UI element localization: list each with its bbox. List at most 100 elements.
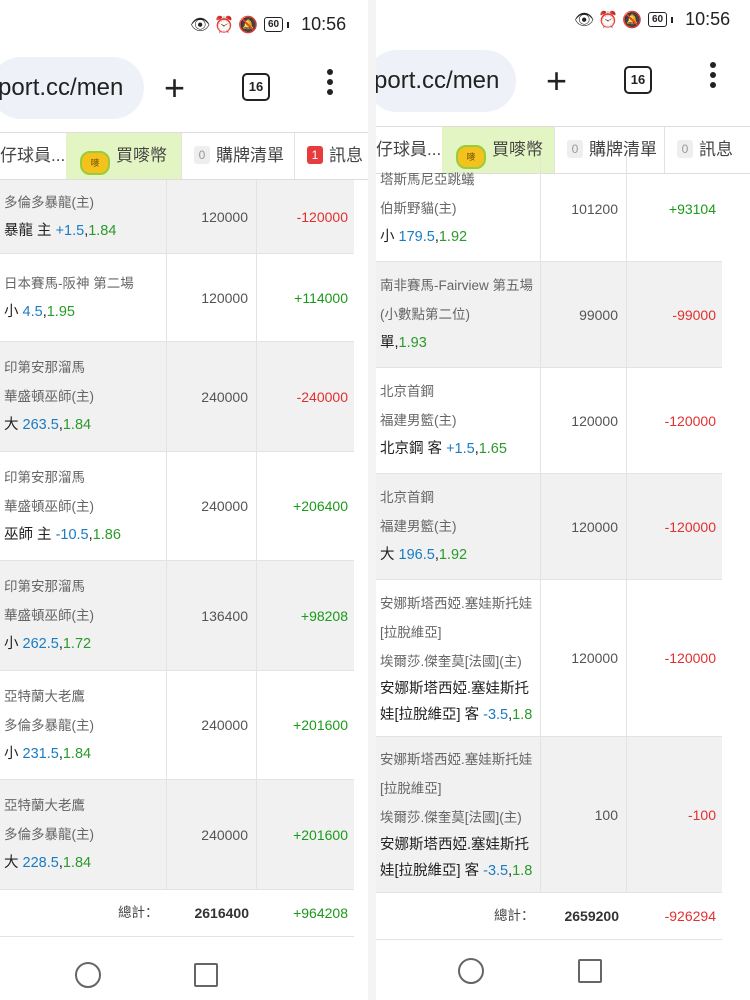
battery-icon: 60	[648, 12, 668, 27]
odds-value: 1.92	[438, 229, 468, 245]
odds-value: 1.84	[88, 222, 117, 239]
tab-players[interactable]: 仔球員...	[0, 133, 67, 179]
bet-detail-cell: 塔斯馬尼亞跳蟻 伯斯野貓(主) 小 179.5,1.92	[376, 156, 541, 261]
handicap-value: -10.5	[55, 526, 89, 543]
result-cell: +114000	[294, 289, 348, 306]
result-cell: -120000	[296, 208, 348, 225]
match-line: 南非賽馬-Fairview 第五場	[380, 278, 534, 293]
new-tab-button[interactable]: +	[164, 57, 185, 119]
handicap-value: 4.5	[22, 303, 43, 320]
bet-detail-cell: 南非賽馬-Fairview 第五場 (小數點第二位) 單,1.93	[376, 262, 541, 367]
bell-off-icon: 🔕	[238, 16, 258, 34]
bet-detail-cell: 北京首鋼 福建男籃(主) 大 196.5,1.92	[376, 474, 541, 579]
match-line: [拉脫維亞]	[380, 624, 442, 640]
match-line: (小數點第二位)	[380, 307, 470, 322]
match-line: 華盛頓巫師(主)	[4, 608, 94, 623]
tab-buy-coins[interactable]: 嘜買嘜幣	[66, 133, 182, 179]
match-line: 埃爾莎.傑奎莫[法國](主)	[380, 810, 522, 825]
table-row: 日本賽馬-阪神 第二場小 4.5,1.95 120000 +114000	[0, 254, 354, 342]
coin-icon: 嘜	[80, 151, 110, 175]
right-screenshot: 👁 ⏰ 🔕 60 10:56 port.cc/men + 16 仔球員... 嘜…	[376, 0, 750, 1000]
home-icon[interactable]	[75, 962, 101, 988]
more-menu-icon[interactable]	[326, 69, 334, 103]
selection-text: 娃[拉脫維亞] 客	[380, 863, 480, 879]
match-line: 華盛頓巫師(主)	[4, 389, 94, 404]
total-label: 總計：	[118, 905, 159, 920]
url-bar[interactable]: port.cc/men	[376, 50, 516, 112]
home-icon[interactable]	[458, 958, 484, 984]
alarm-icon: ⏰	[214, 16, 234, 34]
stake-cell: 101200	[541, 156, 627, 261]
table-row: 印第安那溜馬 華盛頓巫師(主) 巫師 主 -10.5,1.86 240000 +2064…	[0, 452, 354, 561]
total-stake: 2659200	[564, 908, 619, 924]
table-row: 印第安那溜馬 華盛頓巫師(主) 小 262.5,1.72 136400 +98208	[0, 561, 354, 671]
purchase-count-badge: 0	[194, 146, 210, 164]
selection-text: 單	[380, 335, 395, 351]
table-row: 安娜斯塔西婭.塞娃斯托娃 [拉脫維亞] 埃爾莎.傑奎莫[法國](主) 安娜斯塔西婭.塞…	[376, 737, 722, 893]
odds-value: 1.93	[398, 335, 427, 351]
selection-line: 小 179.5,1.92	[380, 229, 468, 245]
odds-value: 1.95	[46, 303, 75, 320]
url-text: port.cc/men	[0, 74, 124, 101]
selection-line: 安娜斯塔西婭.塞娃斯托 娃[拉脫維亞] 客 -3.5,1.8	[380, 837, 533, 879]
bet-detail-cell: 印第安那溜馬 華盛頓巫師(主) 巫師 主 -10.5,1.86	[0, 452, 167, 560]
eye-icon: 👁	[574, 11, 595, 29]
tab-count-button[interactable]: 16	[624, 66, 652, 94]
stake-cell: 99000	[541, 262, 627, 367]
bet-detail-cell: 印第安那溜馬 華盛頓巫師(主) 小 262.5,1.72	[0, 561, 167, 670]
selection-line: 單,1.93	[380, 335, 427, 351]
bet-detail-cell: 安娜斯塔西婭.塞娃斯托娃 [拉脫維亞] 埃爾莎.傑奎莫[法國](主) 安娜斯塔西婭.塞…	[376, 737, 541, 892]
match-line: 福建男籃(主)	[380, 519, 457, 534]
selection-text: 大	[380, 547, 395, 563]
selection-line: 大 196.5,1.92	[380, 547, 468, 563]
alarm-icon: ⏰	[598, 11, 618, 29]
recent-apps-icon[interactable]	[194, 963, 218, 987]
tab-messages[interactable]: 1 訊息	[295, 133, 368, 179]
url-bar[interactable]: port.cc/men	[0, 57, 144, 119]
match-line: [拉脫維亞]	[380, 781, 442, 796]
odds-value: 1.92	[438, 547, 468, 563]
stake-cell: 120000	[541, 474, 627, 579]
table-row: 北京首鋼 福建男籃(主) 大 196.5,1.92 120000 -120000	[376, 474, 722, 580]
total-result: +964208	[293, 905, 348, 921]
tab-purchase-list[interactable]: 0 購牌清單	[182, 133, 295, 179]
more-menu-icon[interactable]	[709, 62, 717, 96]
bet-detail-cell: 亞特蘭大老鷹 多倫多暴龍(主) 小 231.5,1.84	[0, 671, 167, 779]
match-line: 日本賽馬-阪神 第二場	[4, 275, 134, 291]
total-row: 總計： 2659200 -926294	[376, 893, 722, 940]
new-tab-button[interactable]: +	[546, 50, 567, 112]
url-text: port.cc/men	[376, 67, 500, 94]
match-line: 安娜斯塔西婭.塞娃斯托娃	[380, 752, 533, 767]
selection-text: 安娜斯塔西婭.塞娃斯托	[380, 680, 530, 697]
selection-text: 北京鋼 客	[380, 441, 443, 457]
result-cell: +201600	[293, 717, 348, 733]
selection-text: 安娜斯塔西婭.塞娃斯托	[380, 837, 530, 853]
stake-cell: 136400	[167, 561, 257, 670]
result-cell: +201600	[293, 826, 348, 843]
odds-value: 1.84	[62, 855, 92, 871]
handicap-value: 262.5	[22, 636, 59, 652]
handicap-value: -3.5	[483, 706, 509, 723]
result-cell: -120000	[664, 650, 716, 666]
bet-detail-cell: 安娜斯塔西婭.塞娃斯托娃 [拉脫維亞] 埃爾莎.傑奎莫[法國](主) 安娜斯塔西婭.塞…	[376, 580, 541, 736]
selection-text: 小	[4, 745, 19, 762]
result-cell: -100	[687, 806, 716, 823]
tab-count-button[interactable]: 16	[242, 73, 270, 101]
stake-cell: 240000	[167, 780, 257, 889]
odds-value: 1.65	[478, 441, 507, 457]
stake-cell: 120000	[541, 368, 627, 473]
handicap-value: +1.5	[55, 222, 85, 239]
match-line: 華盛頓巫師(主)	[4, 498, 94, 514]
match-line: 印第安那溜馬	[4, 469, 85, 485]
odds-value: 1.84	[62, 745, 92, 762]
browser-toolbar: port.cc/men + 16	[376, 48, 750, 116]
recent-apps-icon[interactable]	[578, 959, 602, 983]
odds-value: 1.72	[62, 636, 92, 652]
bell-off-icon: 🔕	[622, 11, 642, 29]
message-count-badge: 1	[307, 146, 323, 164]
match-line: 北京首鋼	[380, 384, 434, 399]
bet-detail-cell: 多倫多暴龍(主) 暴龍 主 +1.5,1.84	[0, 180, 167, 253]
selection-text: 娃[拉脫維亞] 客	[380, 706, 480, 723]
system-nav-bar	[0, 948, 368, 1000]
result-cell: +98208	[300, 607, 348, 624]
